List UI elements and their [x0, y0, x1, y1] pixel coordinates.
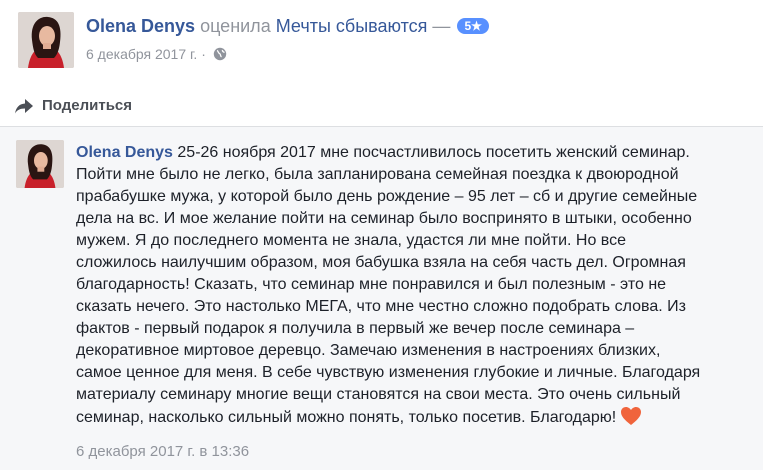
comment-line: дела на вс. И мое желание пойти на семин… — [76, 210, 692, 227]
post-meta: 6 декабря 2017 г. · — [86, 45, 227, 63]
globe-icon — [213, 47, 227, 61]
review-post: Olena Denys оценила Мечты сбываются — 5★… — [0, 0, 763, 470]
comment-line: самое ценное для меня. В себе чувствую и… — [76, 364, 701, 381]
share-label: Поделиться — [42, 97, 133, 114]
comment-line: Пойти мне было не легко, была запланиров… — [76, 166, 679, 183]
comment-author-avatar[interactable] — [16, 140, 64, 188]
comment-line: прабабушке мужа, у которой было день рож… — [76, 188, 698, 205]
comment-line: декоративное миртовое деревцо. Замечаю и… — [76, 342, 661, 359]
meta-separator: · — [201, 46, 206, 62]
action-text: оценила — [200, 16, 271, 36]
comment-line: благодарность! Сказать, что семинар мне … — [76, 276, 667, 293]
comment-line: Olena Denys 25-26 ноября 2017 мне посчас… — [76, 142, 756, 164]
comment-line-text: 25-26 ноября 2017 мне посчастливилось по… — [177, 144, 690, 161]
comment-line: материалу семинару многие вещи становятс… — [76, 386, 681, 403]
comment-line: фактов - первый подарок я получила в пер… — [76, 320, 635, 337]
comment-line: семинар, насколько сильный можно понять,… — [76, 406, 756, 429]
comment-author-link[interactable]: Olena Denys — [76, 144, 173, 161]
rating-badge: 5★ — [457, 18, 489, 34]
post-date-link[interactable]: 6 декабря 2017 г. — [86, 46, 197, 62]
post-header: Olena Denys оценила Мечты сбываются — 5★ — [86, 14, 489, 38]
author-name-link[interactable]: Olena Denys — [86, 16, 195, 36]
comment-timestamp-link[interactable]: 6 декабря 2017 г. в 13:36 — [76, 442, 249, 462]
separator-dash: — — [432, 16, 451, 36]
comment-text: Olena Denys 25-26 ноября 2017 мне посчас… — [76, 142, 756, 429]
comment-line-text: семинар, насколько сильный можно понять,… — [76, 409, 617, 426]
share-arrow-icon — [15, 99, 33, 114]
page-name-link[interactable]: Мечты сбываются — [276, 16, 428, 36]
comment-line: сказать нечего. Это настолько МЕГА, что … — [76, 298, 686, 315]
share-button[interactable]: Поделиться — [14, 96, 132, 116]
comment-line: мужем. Я до последнего момента не знала,… — [76, 232, 627, 249]
author-avatar[interactable] — [18, 12, 74, 68]
comment-line: сложилось наилучшим образом, моя бабушка… — [76, 254, 686, 271]
heart-icon — [620, 406, 642, 426]
